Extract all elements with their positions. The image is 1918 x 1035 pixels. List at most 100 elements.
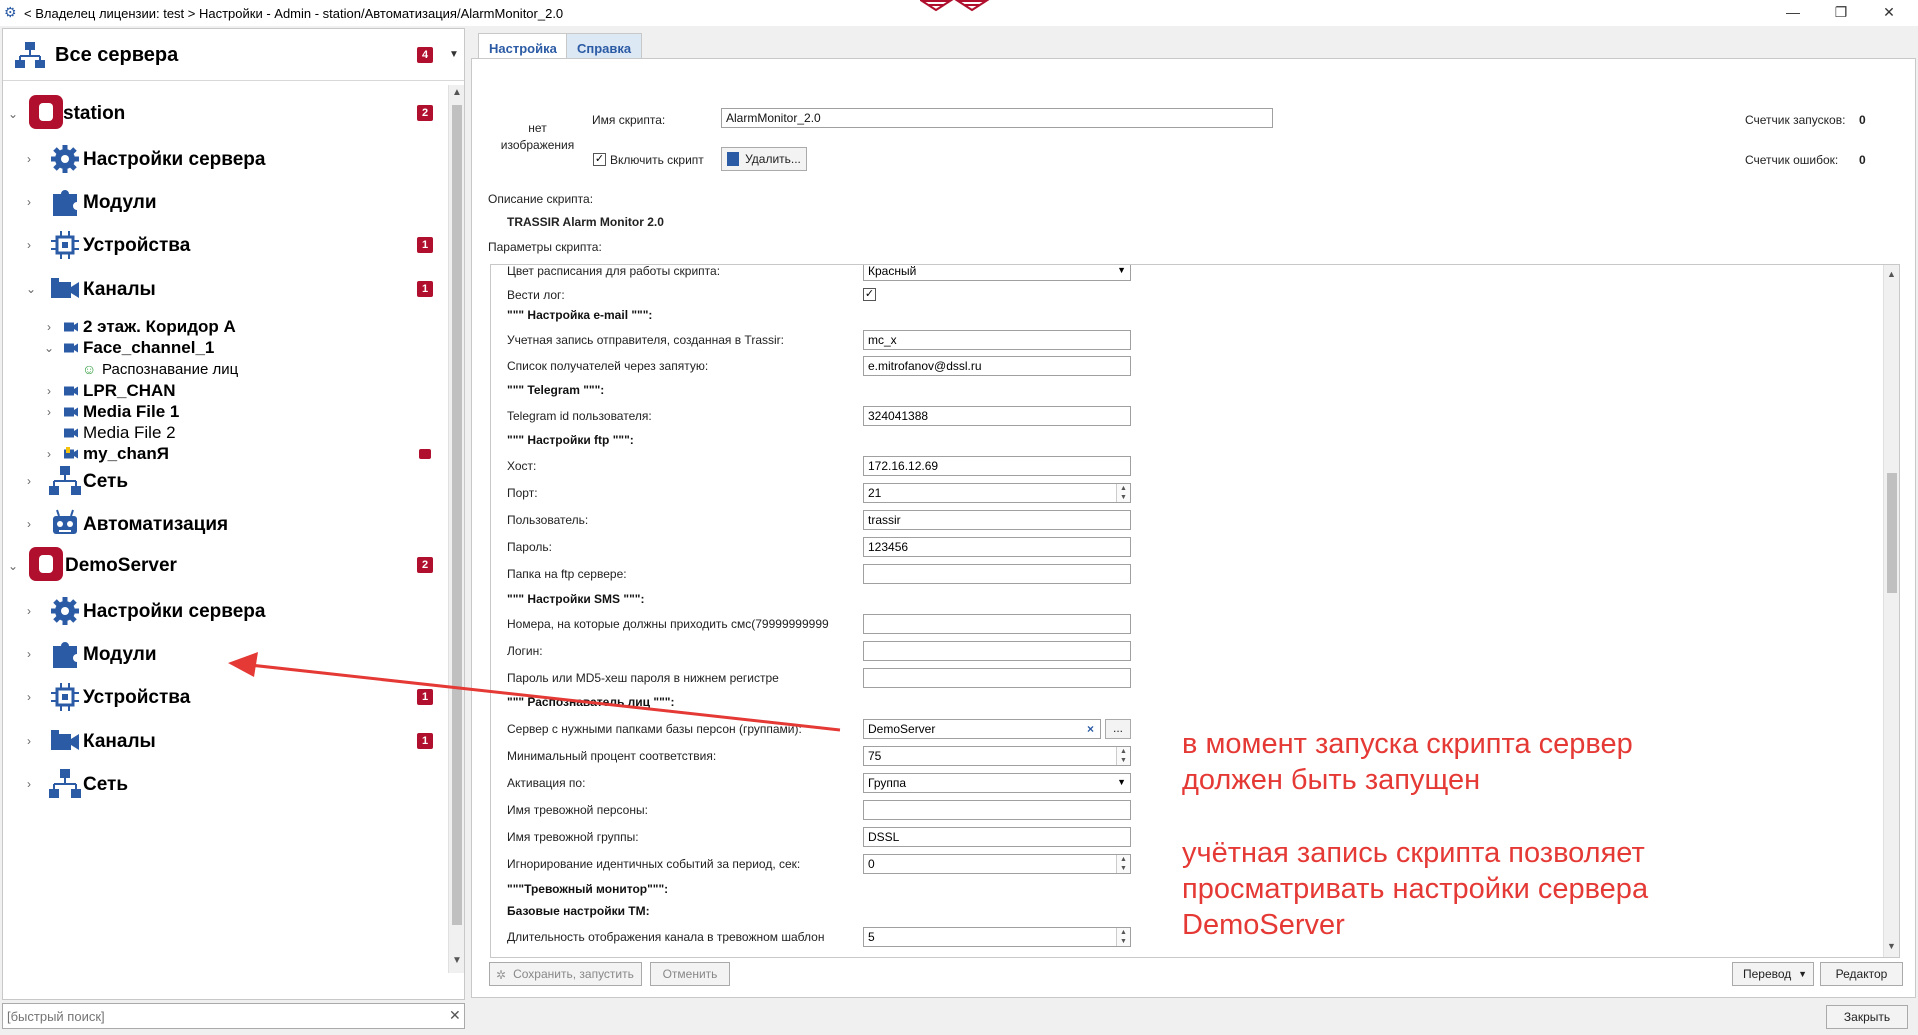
param-input[interactable]: mc_x: [863, 330, 1131, 350]
param-label: Порт:: [507, 486, 538, 500]
tree-node-demoserver[interactable]: ⌄ DemoServer 2: [3, 547, 446, 587]
settings-gear-icon[interactable]: ⚙: [4, 5, 18, 19]
chevron-right-icon[interactable]: ›: [23, 647, 35, 661]
window-title: < Владелец лицензии: test > Настройки - …: [24, 6, 564, 21]
editor-button[interactable]: Редактор: [1820, 962, 1903, 986]
tab-help[interactable]: Справка: [566, 33, 643, 59]
chevron-right-icon[interactable]: ›: [23, 690, 35, 704]
chevron-right-icon[interactable]: ›: [43, 405, 55, 419]
tree-node-modules[interactable]: › Модули: [3, 183, 446, 223]
tree-node-automation[interactable]: › Автоматизация: [3, 505, 446, 545]
tree-node-channels[interactable]: ⌄ Каналы 1: [3, 270, 446, 310]
tree-node-server-settings[interactable]: › Настройки сервера: [3, 140, 446, 180]
minimize-button[interactable]: —: [1778, 2, 1808, 22]
close-window-button[interactable]: ✕: [1874, 2, 1904, 22]
chevron-down-icon: ▼: [1798, 969, 1807, 979]
param-spinbox[interactable]: 21 ▲ ▼: [863, 483, 1131, 503]
quick-search-input[interactable]: [7, 1008, 437, 1024]
scroll-up-icon[interactable]: ▲: [451, 87, 463, 101]
tree-node-channels[interactable]: › Каналы 1: [3, 722, 446, 762]
node-badge: 2: [417, 557, 433, 573]
param-input[interactable]: e.mitrofanov@dssl.ru: [863, 356, 1131, 376]
param-input[interactable]: 172.16.12.69: [863, 456, 1131, 476]
chevron-right-icon[interactable]: ›: [23, 474, 35, 488]
tree-node-channel[interactable]: ⌄ Face_channel_1: [3, 336, 446, 360]
tree-node-modules[interactable]: › Модули: [3, 635, 446, 675]
clear-server-icon[interactable]: ×: [1087, 722, 1094, 736]
tree-node-network[interactable]: › Сеть: [3, 765, 446, 805]
spin-arrows-icon[interactable]: ▲ ▼: [1116, 928, 1130, 946]
chevron-down-icon[interactable]: ⌄: [43, 341, 55, 355]
browse-server-button[interactable]: ...: [1105, 719, 1131, 739]
param-value: DemoServer: [868, 722, 936, 736]
param-label: Хост:: [507, 459, 537, 473]
delete-script-button[interactable]: Удалить...: [721, 147, 807, 171]
param-input[interactable]: 123456: [863, 537, 1131, 557]
spin-arrows-icon[interactable]: ▲ ▼: [1116, 855, 1130, 873]
params-scrollbar[interactable]: ▲ ▼: [1883, 265, 1899, 957]
param-label: Папка на ftp сервере:: [507, 567, 627, 581]
script-name-input[interactable]: AlarmMonitor_2.0: [721, 108, 1273, 128]
param-spinbox[interactable]: 0 ▲ ▼: [863, 854, 1131, 874]
chevron-right-icon[interactable]: ›: [23, 604, 35, 618]
clear-search-icon[interactable]: ✕: [449, 1007, 461, 1024]
param-select[interactable]: Группа ▼: [863, 773, 1131, 793]
quick-search-box[interactable]: ✕: [2, 1003, 465, 1029]
param-spinbox[interactable]: 5 ▲ ▼: [863, 927, 1131, 947]
tree-node-station[interactable]: ⌄ station 2: [3, 95, 446, 135]
chevron-right-icon[interactable]: ›: [43, 384, 55, 398]
chevron-down-icon[interactable]: ⌄: [7, 107, 19, 121]
spin-arrows-icon[interactable]: ▲ ▼: [1116, 747, 1130, 765]
translate-button[interactable]: Перевод ▼: [1732, 962, 1814, 986]
tree-node-devices[interactable]: › Устройства 1: [3, 678, 446, 718]
param-spinbox[interactable]: 75 ▲ ▼: [863, 746, 1131, 766]
all-servers-header[interactable]: Все сервера 4 ▼: [3, 29, 464, 81]
scroll-thumb[interactable]: [452, 105, 462, 925]
save-run-label: Сохранить, запустить: [513, 967, 634, 981]
param-input[interactable]: [863, 668, 1131, 688]
server-picker-input[interactable]: DemoServer ×: [863, 719, 1101, 739]
param-row: Пароль или MD5-хеш пароля в нижнем регис…: [491, 666, 1881, 690]
chevron-right-icon[interactable]: ›: [23, 734, 35, 748]
chevron-right-icon[interactable]: ›: [43, 320, 55, 334]
translate-label: Перевод: [1743, 967, 1792, 981]
restore-button[interactable]: ❐: [1826, 2, 1856, 22]
scroll-down-icon[interactable]: ▼: [1887, 941, 1896, 951]
cancel-button[interactable]: Отменить: [650, 962, 730, 986]
param-input[interactable]: [863, 564, 1131, 584]
tree-node-devices[interactable]: › Устройства 1: [3, 226, 446, 266]
scroll-up-icon[interactable]: ▲: [1887, 269, 1896, 279]
chevron-right-icon[interactable]: ›: [43, 447, 55, 461]
scroll-thumb[interactable]: [1887, 473, 1897, 593]
param-select[interactable]: Красный ▼: [863, 265, 1131, 281]
chevron-down-icon[interactable]: ⌄: [25, 282, 37, 296]
close-button[interactable]: Закрыть: [1826, 1005, 1908, 1029]
enable-script-checkbox[interactable]: ✓: [593, 153, 606, 166]
chevron-down-icon[interactable]: ⌄: [7, 559, 19, 573]
param-row: Папка на ftp сервере:: [491, 562, 1881, 586]
chevron-down-icon[interactable]: ▼: [449, 49, 459, 60]
chevron-right-icon[interactable]: ›: [23, 238, 35, 252]
database-icon: [29, 547, 63, 581]
param-input[interactable]: [863, 800, 1131, 820]
save-run-button[interactable]: ✲ Сохранить, запустить: [489, 962, 642, 986]
tree-node-network[interactable]: › Сеть: [3, 462, 446, 502]
tree-scrollbar[interactable]: ▲ ▼: [448, 85, 464, 973]
param-row: Telegram id пользователя: 324041388: [491, 404, 1881, 428]
tree-node-server-settings[interactable]: › Настройки сервера: [3, 592, 446, 632]
spin-arrows-icon[interactable]: ▲ ▼: [1116, 484, 1130, 502]
param-input[interactable]: [863, 614, 1131, 634]
chevron-right-icon[interactable]: ›: [23, 517, 35, 531]
chevron-right-icon[interactable]: ›: [23, 777, 35, 791]
param-input[interactable]: DSSL: [863, 827, 1131, 847]
param-input[interactable]: [863, 641, 1131, 661]
scroll-down-icon[interactable]: ▼: [451, 955, 463, 969]
param-input[interactable]: 324041388: [863, 406, 1131, 426]
log-checkbox[interactable]: ✓: [863, 288, 876, 301]
param-input[interactable]: trassir: [863, 510, 1131, 530]
all-servers-badge: 4: [417, 47, 433, 63]
tab-settings[interactable]: Настройка: [478, 33, 568, 60]
chevron-right-icon[interactable]: ›: [23, 195, 35, 209]
node-badge: 1: [417, 689, 433, 705]
chevron-right-icon[interactable]: ›: [23, 152, 35, 166]
